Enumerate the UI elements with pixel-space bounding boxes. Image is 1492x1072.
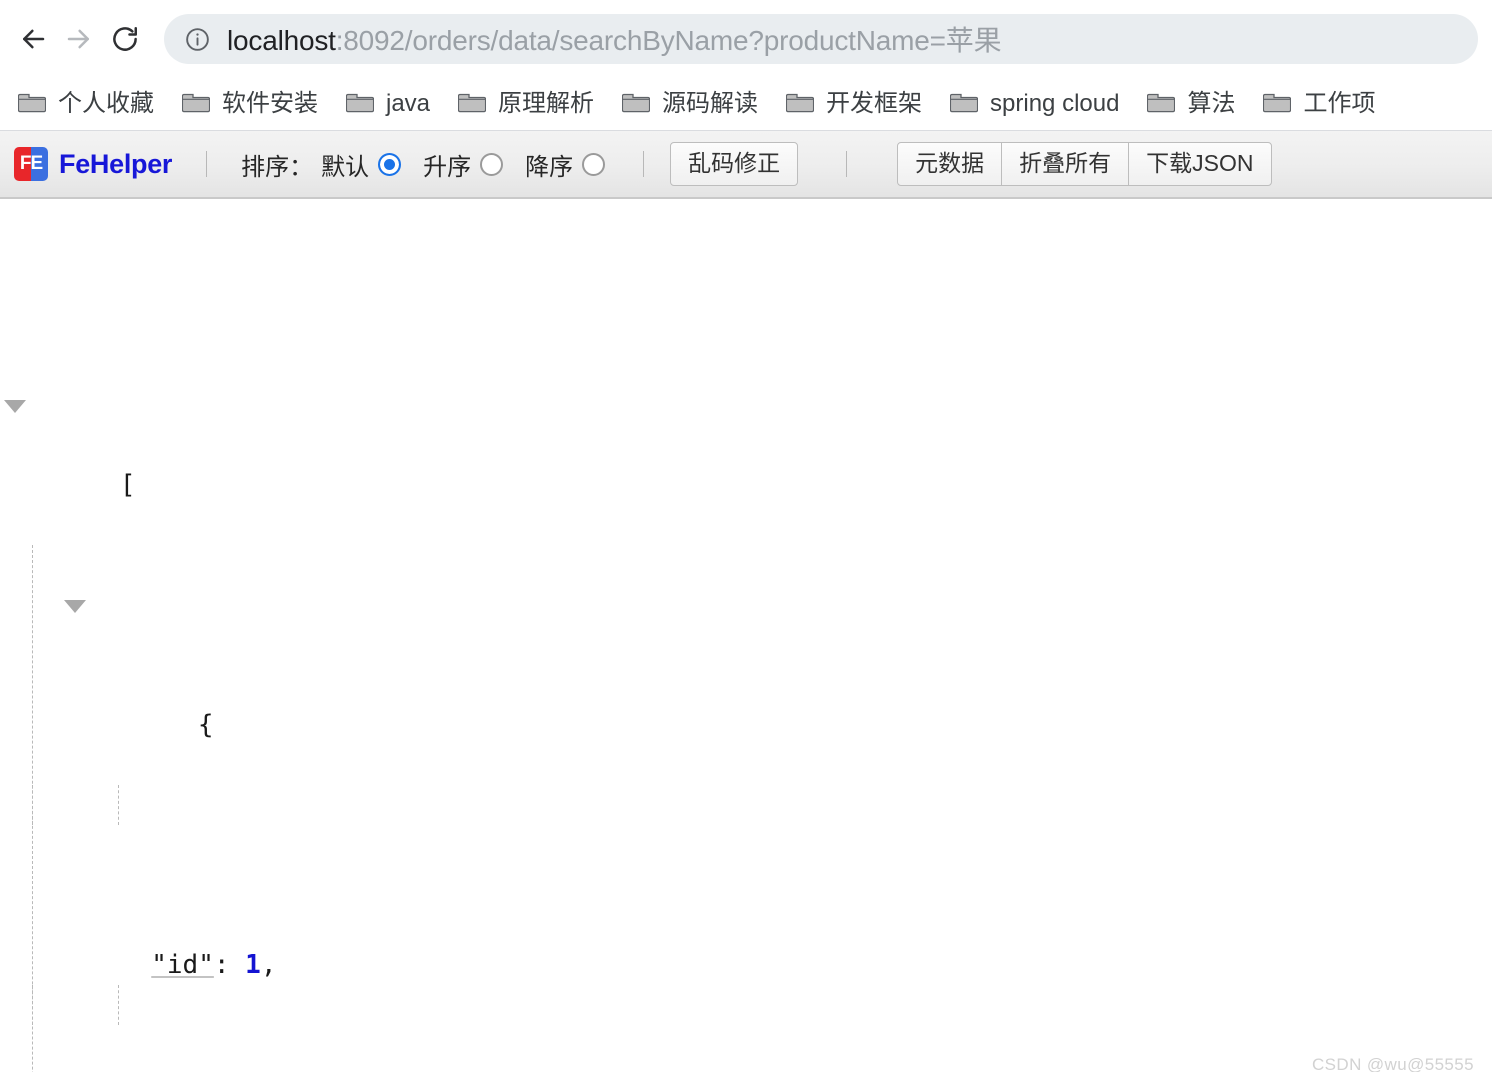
- collapse-toggle-root[interactable]: [4, 400, 26, 413]
- bookmark-label: spring cloud: [990, 90, 1120, 117]
- sort-label: 排序：: [241, 153, 314, 181]
- json-line-object-open: {: [26, 545, 1492, 1072]
- folder-icon: [949, 90, 979, 119]
- fehelper-brand[interactable]: FE FeHelper: [14, 147, 172, 181]
- json-tree: [ { "id": 1, "orderNo": "202306010001",: [0, 225, 1492, 1072]
- bookmarks-bar: 个人收藏 软件安装 java 原理解析 源码解读 开发框架 spring cloud 算法 工作…: [0, 78, 1492, 130]
- back-button[interactable]: [10, 16, 56, 62]
- folder-icon: [621, 90, 651, 119]
- radio-indicator[interactable]: [378, 152, 402, 176]
- folder-icon: [17, 90, 47, 119]
- radio-indicator[interactable]: [582, 152, 606, 176]
- bookmark-label: 开发框架: [826, 90, 923, 117]
- sort-radio-desc[interactable]: 降序: [525, 147, 606, 182]
- bookmark-item[interactable]: 工作项: [1259, 86, 1385, 123]
- json-line-id: "id": 1,: [26, 785, 1492, 980]
- fehelper-logo-icon: FE: [14, 147, 48, 181]
- indent-guide-2: [118, 785, 119, 825]
- arrow-right-icon: [64, 24, 94, 54]
- json-comma: ,: [260, 950, 277, 980]
- fehelper-toolbar: FE FeHelper 排序： 默认 升序 降序 乱码修正 元数据 折叠所有 下载JSO…: [0, 131, 1492, 199]
- download-json-button[interactable]: 下载JSON: [1129, 143, 1270, 185]
- reload-icon: [110, 24, 140, 54]
- json-bracket-open: [: [119, 470, 136, 500]
- folder-icon: [785, 90, 815, 119]
- collapse-toggle-object[interactable]: [64, 600, 86, 613]
- json-value-id: 1: [245, 950, 261, 980]
- bookmark-label: 源码解读: [662, 90, 759, 117]
- browser-nav-row: localhost:8092/orders/data/searchByName?…: [0, 0, 1492, 78]
- bookmark-label: 个人收藏: [58, 90, 154, 117]
- toolbar-separator-1: [206, 151, 208, 177]
- json-viewer[interactable]: [ { "id": 1, "orderNo": "202306010001",: [0, 199, 1492, 1072]
- bookmark-label: 算法: [1187, 90, 1236, 117]
- bookmark-label: 软件安装: [222, 90, 318, 117]
- json-line-orderNo: "orderNo": "202306010001",: [26, 985, 1492, 1025]
- folder-icon: [457, 90, 487, 119]
- json-colon: :: [213, 950, 246, 980]
- toolbar-separator-2: [643, 151, 645, 177]
- sort-radio-label: 升序: [423, 153, 472, 181]
- info-circle-icon[interactable]: [184, 26, 211, 53]
- address-bar[interactable]: localhost:8092/orders/data/searchByName?…: [164, 14, 1478, 64]
- arrow-left-icon: [18, 24, 48, 54]
- indent-guide-1: [32, 985, 33, 1025]
- folder-icon: [1147, 90, 1176, 119]
- bookmark-label: 工作项: [1303, 90, 1376, 117]
- browser-chrome: localhost:8092/orders/data/searchByName?…: [0, 0, 1492, 131]
- address-bar-url: localhost:8092/orders/data/searchByName?…: [227, 19, 1002, 59]
- sort-radio-label: 默认: [321, 153, 370, 181]
- forward-button[interactable]: [56, 16, 102, 62]
- bookmark-item[interactable]: 算法: [1143, 86, 1245, 123]
- json-key-id: "id": [151, 950, 214, 980]
- bookmark-item[interactable]: java: [342, 86, 440, 123]
- sort-option-group: 排序： 默认 升序 降序: [241, 147, 627, 182]
- reload-button[interactable]: [102, 16, 148, 62]
- url-path: :8092/orders/data/searchByName?productNa…: [335, 25, 1002, 56]
- bookmark-item[interactable]: 原理解析: [454, 86, 604, 123]
- url-host: localhost: [227, 25, 336, 56]
- collapse-all-button[interactable]: 折叠所有: [1002, 142, 1130, 186]
- folder-icon: [345, 90, 375, 119]
- bookmark-item[interactable]: 个人收藏: [14, 86, 164, 123]
- bookmark-label: java: [386, 90, 431, 117]
- bookmark-label: 原理解析: [498, 90, 595, 117]
- indent-guide-2: [118, 985, 119, 1025]
- metadata-button[interactable]: 元数据: [898, 142, 1003, 186]
- radio-indicator[interactable]: [480, 152, 504, 176]
- fehelper-brand-name: FeHelper: [59, 148, 173, 179]
- fix-encoding-button[interactable]: 乱码修正: [670, 141, 799, 187]
- sort-radio-label: 降序: [525, 153, 574, 181]
- bookmark-item[interactable]: spring cloud: [946, 86, 1129, 123]
- bookmark-item[interactable]: 开发框架: [782, 86, 932, 123]
- bookmark-item[interactable]: 源码解读: [618, 86, 768, 123]
- toolbar-separator-3: [846, 151, 848, 177]
- bookmark-item[interactable]: 软件安装: [178, 86, 328, 123]
- folder-icon: [181, 90, 211, 119]
- fehelper-logo-text: FE: [19, 153, 43, 174]
- folder-icon: [1263, 90, 1292, 119]
- indent-guide-1: [32, 785, 33, 825]
- sort-radio-default[interactable]: 默认: [321, 147, 402, 182]
- json-brace-open: {: [197, 710, 214, 740]
- sort-radio-asc[interactable]: 升序: [423, 147, 504, 182]
- action-button-group: 元数据 折叠所有 下载JSON: [897, 141, 1272, 187]
- json-line-root-open: [: [4, 385, 1492, 500]
